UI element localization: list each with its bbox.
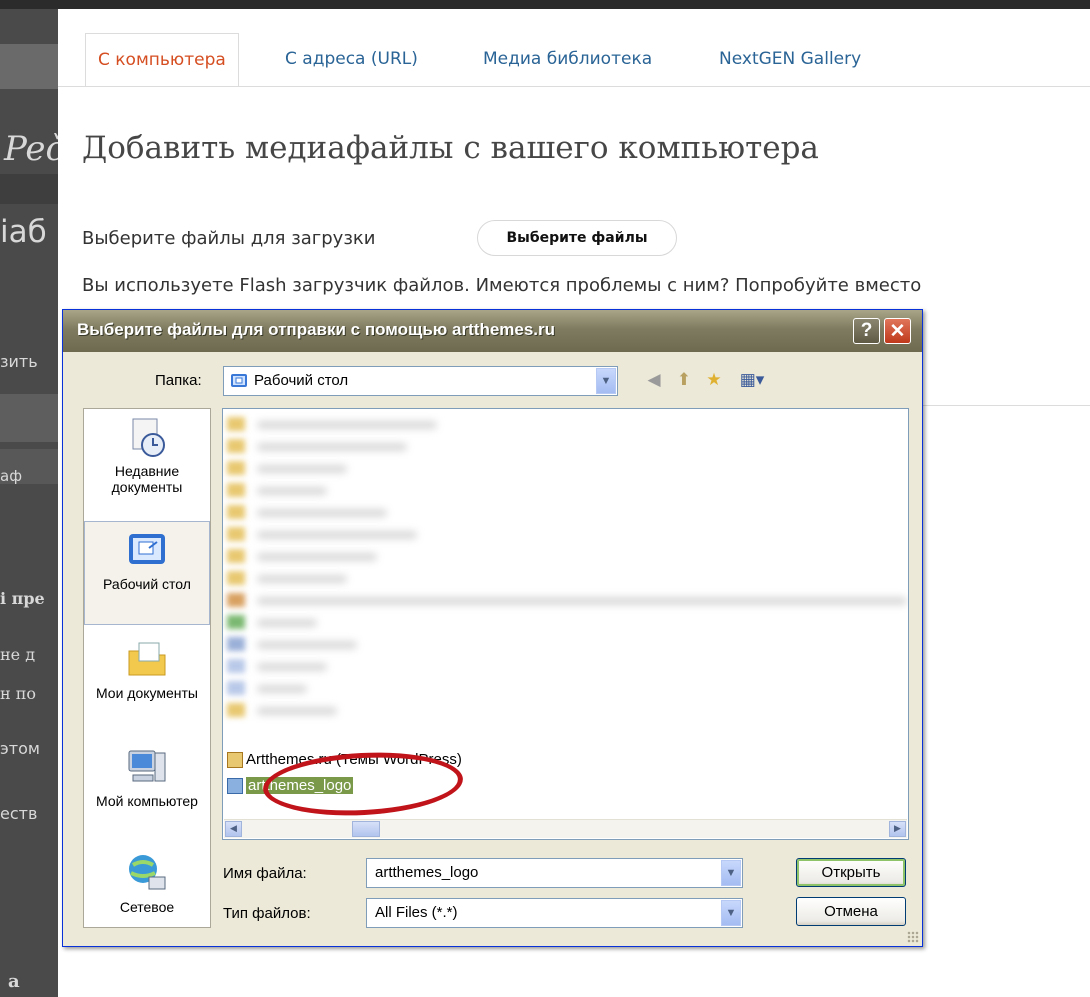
cancel-button[interactable]: Отмена [796,897,906,926]
resize-grip[interactable] [907,931,919,943]
scroll-left-icon[interactable]: ◀ [225,821,242,837]
my-computer-icon [125,745,169,789]
strip-text: іаб [0,214,47,250]
filename-value: artthemes_logo [375,864,479,881]
file-icon [227,703,245,717]
filetype-label: Тип файлов: [223,905,311,922]
admin-top-bar [0,0,1090,9]
tab-url[interactable]: С адреса (URL) [273,33,430,86]
strip-text: аф [0,467,23,485]
open-button[interactable]: Открыть [796,858,906,887]
strip-text: еств [0,804,38,823]
chevron-down-icon[interactable]: ▼ [721,900,741,926]
folder-select[interactable]: Рабочий стол ▼ [223,366,618,396]
folder-label: Папка: [155,372,202,389]
place-my-computer[interactable]: Мой компьютер [84,739,210,839]
folder-value: Рабочий стол [254,372,349,389]
choose-files-label: Выберите файлы для загрузки [82,228,376,249]
folder-icon [227,483,245,497]
place-label: Мой компьютер [96,793,198,809]
places-bar: Недавние документы Рабочий стол Мои доку… [83,408,211,928]
file-icon [227,637,245,651]
help-button[interactable]: ? [853,318,880,344]
place-recent[interactable]: Недавние документы [84,409,210,515]
place-network[interactable]: Сетевое [84,845,210,927]
tab-nextgen-gallery[interactable]: NextGEN Gallery [707,33,873,86]
file-icon [227,681,245,695]
file-icon [227,593,245,607]
filetype-value: All Files (*.*) [375,904,458,921]
place-label: Рабочий стол [103,576,191,592]
image-file-icon [227,778,243,795]
filename-label: Имя файла: [223,865,307,882]
network-icon [125,851,169,895]
admin-left-strip: Peč іаб зить аф і пре не д н по этом ест… [0,9,58,997]
close-button[interactable]: ✕ [884,318,911,344]
view-menu-icon[interactable]: ▦▾ [735,369,769,391]
folder-icon [227,461,245,475]
my-documents-icon [125,637,169,681]
dialog-titlebar[interactable]: Выберите файлы для отправки с помощью ar… [63,310,922,352]
place-my-documents[interactable]: Мои документы [84,631,210,731]
recent-documents-icon [125,415,169,459]
flash-uploader-note: Вы используете Flash загрузчик файлов. И… [82,275,922,296]
dialog-title: Выберите файлы для отправки с помощью ar… [77,320,556,339]
place-label: Недавние документы [111,463,183,495]
folder-icon [227,439,245,453]
place-label: Сетевое [119,899,175,915]
strip-text: этом [0,739,40,758]
strip-text: н по [0,684,37,703]
desktop-icon [230,372,248,390]
file-icon [227,659,245,673]
divider [922,405,1090,406]
tab-computer[interactable]: С компьютера [85,33,239,87]
tabs-divider [58,86,1090,87]
chevron-down-icon[interactable]: ▼ [596,368,616,394]
strip-text: і пре [0,589,45,608]
file-icon [227,615,245,629]
up-folder-icon[interactable]: ⬆ [673,369,695,391]
folder-icon [227,505,245,519]
folder-icon [227,549,245,563]
chevron-down-icon[interactable]: ▼ [721,860,741,886]
folder-icon [227,571,245,585]
choose-files-button[interactable]: Выберите файлы [477,220,677,256]
place-desktop[interactable]: Рабочий стол [84,521,210,625]
new-folder-icon[interactable]: ★ [703,369,725,391]
horizontal-scrollbar[interactable]: ◀ ▶ [224,819,907,838]
page-title: Добавить медиафайлы с вашего компьютера [82,130,819,166]
strip-text: а [8,971,20,992]
strip-text: Peč [4,129,58,169]
scroll-right-icon[interactable]: ▶ [889,821,906,837]
tab-media-library[interactable]: Медиа библиотека [471,33,664,86]
strip-text: не д [0,645,36,664]
shortcut-icon [227,752,243,769]
desktop-icon [125,528,169,572]
strip-text: зить [0,352,38,371]
folder-icon [227,527,245,541]
back-icon[interactable]: ◀ [643,369,665,391]
scroll-thumb[interactable] [352,821,380,837]
folder-icon [227,417,245,431]
file-open-dialog: Выберите файлы для отправки с помощью ar… [62,309,923,947]
filename-input[interactable]: artthemes_logo ▼ [366,858,743,888]
place-label: Мои документы [95,685,198,701]
filetype-select[interactable]: All Files (*.*) ▼ [366,898,743,928]
